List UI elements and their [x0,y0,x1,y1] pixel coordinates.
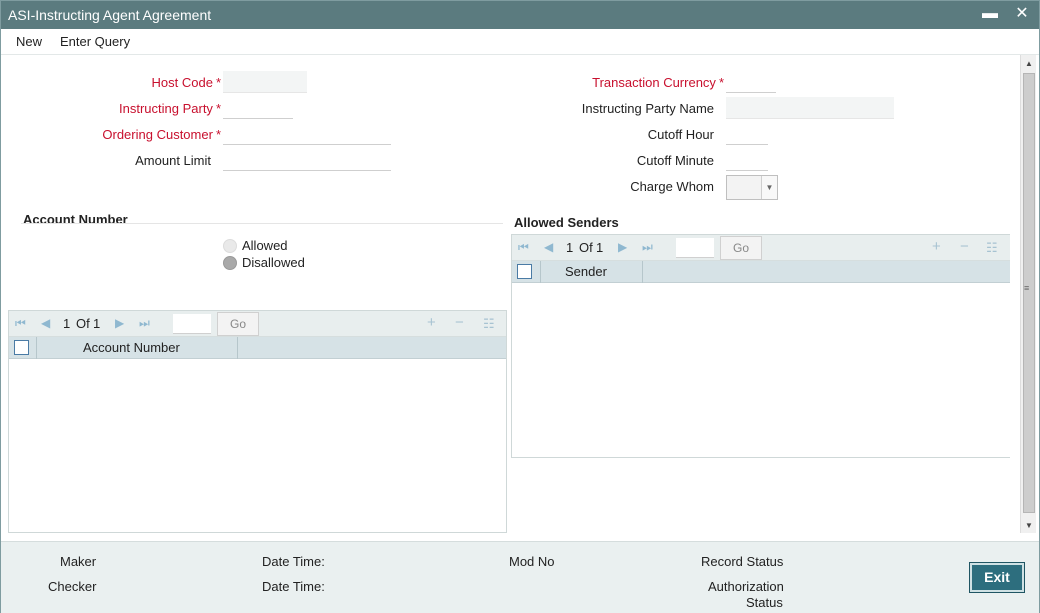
allowed-senders-grid: ⏮ ◀ 1 Of 1 ▶ ⏭ Go + − ☷ Sender [511,234,1010,458]
go-button[interactable]: Go [720,236,762,260]
charge-whom-select[interactable]: ▼ [726,175,778,200]
authorization-status-label: Status [746,595,783,610]
amount-limit-label: Amount Limit [135,153,211,168]
column-sender[interactable]: Sender [565,264,607,279]
menu-new[interactable]: New [16,34,42,49]
instructing-party-field[interactable] [223,97,293,119]
instructing-party-name-label: Instructing Party Name [581,101,714,116]
radio-allowed-label: Allowed [242,238,288,253]
cutoff-hour-field[interactable] [726,123,768,145]
delete-row-icon[interactable]: − [960,238,969,255]
audit-footer: Maker Checker Date Time: Date Time: Mod … [1,541,1039,613]
page-current: 1 [63,316,71,331]
host-code-field[interactable] [223,71,307,93]
title-bar: ASI-Instructing Agent Agreement ▬ ✕ [1,1,1039,29]
checker-label: Checker [48,579,97,594]
ordering-customer-label: Ordering Customer * [102,127,221,142]
first-page-icon[interactable]: ⏮ [518,240,529,255]
scroll-grip-icon: ≡ [1024,283,1030,293]
mod-no-label: Mod No [509,554,555,569]
delete-row-icon[interactable]: − [455,314,464,331]
close-icon[interactable]: ✕ [1013,5,1031,23]
instructing-party-label: Instructing Party * [119,101,221,116]
column-account-number[interactable]: Account Number [83,340,180,355]
scroll-up-icon[interactable]: ▲ [1024,59,1034,68]
maker-date-time-label: Date Time: [262,554,325,569]
page-current: 1 [566,240,574,255]
scroll-down-icon[interactable]: ▼ [1024,521,1034,530]
single-view-icon[interactable]: ☷ [483,316,495,332]
grid-toolbar: ⏮ ◀ 1 Of 1 ▶ ⏭ Go + − ☷ [9,311,506,337]
last-page-icon[interactable]: ⏭ [139,316,150,331]
form-content: Host Code * Instructing Party * Ordering C… [1,55,1020,541]
previous-page-icon[interactable]: ◀ [544,240,553,254]
scrollbar-thumb[interactable] [1023,73,1035,513]
vertical-scrollbar[interactable]: ▲ ≡ ▼ [1020,55,1036,533]
section-divider [21,223,503,224]
radio-disallowed-label: Disallowed [242,255,305,270]
add-row-icon[interactable]: + [932,238,941,255]
select-all-checkbox[interactable] [517,264,532,279]
cutoff-minute-label: Cutoff Minute [636,153,714,168]
minimize-icon[interactable]: ▬ [981,5,999,23]
single-view-icon[interactable]: ☷ [986,240,998,256]
amount-limit-field[interactable] [223,149,391,171]
next-page-icon[interactable]: ▶ [115,316,124,330]
page-input[interactable] [676,238,714,258]
grid-header-row: Sender [512,261,1010,283]
ordering-customer-field[interactable] [223,123,391,145]
menu-enter-query[interactable]: Enter Query [60,34,130,49]
page-total: 1 [596,240,604,255]
transaction-currency-field[interactable] [726,71,776,93]
column-separator [540,261,541,283]
instructing-party-name-field [726,97,894,119]
last-page-icon[interactable]: ⏭ [642,240,653,255]
allowed-senders-section-title: Allowed Senders [514,215,619,230]
column-separator [642,261,643,283]
grid-toolbar: ⏮ ◀ 1 Of 1 ▶ ⏭ Go + − ☷ [512,235,1010,261]
page-of: Of [579,240,593,255]
host-code-label: Host Code * [151,75,221,90]
transaction-currency-label: Transaction Currency * [592,75,724,90]
page-of: Of [76,316,90,331]
previous-page-icon[interactable]: ◀ [41,316,50,330]
radio-dot [223,238,237,253]
authorization-label: Authorization [708,579,784,594]
radio-disallowed[interactable]: Disallowed [223,255,305,270]
grid-header-row: Account Number [9,337,506,359]
radio-allowed[interactable]: Allowed [223,238,288,253]
add-row-icon[interactable]: + [427,314,436,331]
account-number-section-title: Account Number [23,212,128,227]
charge-whom-label: Charge Whom [630,179,714,194]
cutoff-hour-label: Cutoff Hour [647,127,714,142]
app-window: ASI-Instructing Agent Agreement ▬ ✕ New … [0,0,1040,613]
account-number-grid: ⏮ ◀ 1 Of 1 ▶ ⏭ Go + − ☷ Account Number [8,310,507,533]
column-separator [237,337,238,359]
page-input[interactable] [173,314,211,334]
record-status-label: Record Status [701,554,784,569]
checker-date-time-label: Date Time: [262,579,325,594]
menu-bar: New Enter Query [1,29,1039,55]
next-page-icon[interactable]: ▶ [618,240,627,254]
chevron-down-icon[interactable]: ▼ [761,176,777,199]
go-button[interactable]: Go [217,312,259,336]
radio-dot-checked [223,255,237,270]
column-separator [36,337,37,359]
maker-label: Maker [60,554,97,569]
cutoff-minute-field[interactable] [726,149,768,171]
exit-button[interactable]: Exit [969,562,1025,593]
page-total: 1 [93,316,101,331]
select-all-checkbox[interactable] [14,340,29,355]
first-page-icon[interactable]: ⏮ [15,316,26,331]
window-title: ASI-Instructing Agent Agreement [8,7,212,23]
